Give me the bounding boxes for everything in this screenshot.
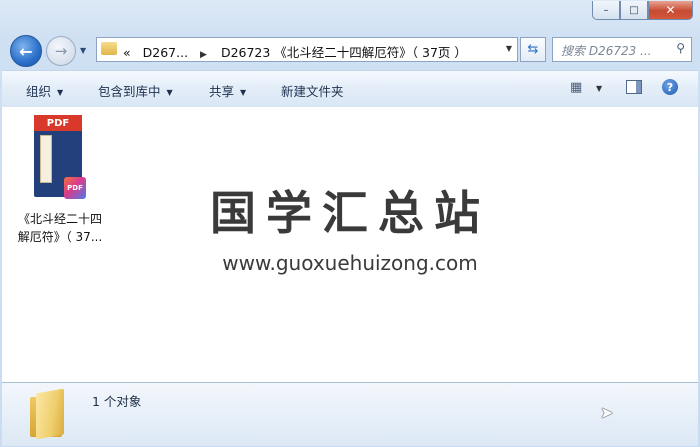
- object-count: 1 个对象: [92, 394, 142, 409]
- share-label: 共享: [209, 84, 235, 99]
- book-title-label: [40, 135, 52, 183]
- new-folder-button[interactable]: 新建文件夹: [281, 81, 344, 100]
- search-placeholder: 搜索 D26723 ...: [561, 44, 652, 58]
- explorer-window: – □ ✕ ← → ▼ « D267... ▶ D26723 《北斗经二十四解厄…: [0, 0, 700, 447]
- chevron-down-icon: ▼: [57, 88, 64, 97]
- chevron-down-icon: ▼: [240, 88, 247, 97]
- address-dropdown-icon[interactable]: ▼: [506, 44, 512, 53]
- change-view-icon[interactable]: ▦: [570, 80, 582, 95]
- preview-pane-icon[interactable]: [626, 80, 642, 94]
- include-in-library-label: 包含到库中: [98, 84, 161, 99]
- navigation-bar: ← → ▼ « D267... ▶ D26723 《北斗经二十四解厄符》（ 37…: [0, 33, 700, 67]
- details-pane: 1 个对象 ➤: [2, 382, 698, 446]
- watermark: 国学汇总站 www.guoxuehuizong.com: [2, 177, 698, 275]
- title-bar[interactable]: – □ ✕: [0, 0, 700, 30]
- maximize-button[interactable]: □: [620, 1, 648, 20]
- breadcrumb: « D267... ▶ D26723 《北斗经二十四解厄符》（ 37页 ）: [123, 42, 475, 61]
- back-button[interactable]: ←: [10, 35, 42, 67]
- address-bar[interactable]: « D267... ▶ D26723 《北斗经二十四解厄符》（ 37页 ） ▼: [96, 37, 518, 62]
- breadcrumb-item-parent[interactable]: D267...: [143, 45, 188, 60]
- refresh-icon: ⇆: [527, 42, 539, 57]
- close-button[interactable]: ✕: [648, 1, 693, 20]
- mouse-cursor-icon: ➤: [600, 403, 614, 422]
- new-folder-label: 新建文件夹: [281, 84, 344, 99]
- minimize-button[interactable]: –: [592, 1, 620, 20]
- pdf-band: PDF: [34, 115, 82, 131]
- help-icon[interactable]: ?: [662, 79, 678, 95]
- caption-buttons: – □ ✕: [592, 1, 693, 20]
- breadcrumb-item-current[interactable]: D26723 《北斗经二十四解厄符》（ 37页 ）: [221, 45, 467, 60]
- include-in-library-button[interactable]: 包含到库中 ▼: [98, 81, 173, 100]
- watermark-title: 国学汇总站: [210, 186, 490, 240]
- breadcrumb-separator-icon[interactable]: ▶: [200, 50, 207, 60]
- file-list-pane[interactable]: PDF PDF 《北斗经二十四 解厄符》（ 37... 国学汇总站 www.gu…: [2, 107, 698, 382]
- forward-arrow-icon: →: [54, 42, 68, 60]
- folder-icon: [101, 42, 117, 55]
- folder-icon: [30, 388, 64, 440]
- refresh-button[interactable]: ⇆: [520, 37, 546, 62]
- forward-button[interactable]: →: [46, 36, 76, 66]
- chevron-down-icon: ▼: [166, 88, 173, 97]
- search-box[interactable]: 搜索 D26723 ... ⚲: [552, 37, 692, 62]
- view-options-dropdown-icon[interactable]: ▼: [596, 84, 602, 93]
- command-bar: 组织 ▼ 包含到库中 ▼ 共享 ▼ 新建文件夹 ▦ ▼ ?: [2, 70, 698, 108]
- share-button[interactable]: 共享 ▼: [209, 81, 246, 100]
- organize-label: 组织: [26, 84, 52, 99]
- watermark-url: www.guoxuehuizong.com: [222, 251, 478, 275]
- search-icon[interactable]: ⚲: [676, 41, 685, 55]
- back-arrow-icon: ←: [19, 41, 33, 61]
- organize-button[interactable]: 组织 ▼: [26, 81, 63, 100]
- recent-pages-dropdown[interactable]: ▼: [80, 46, 86, 55]
- breadcrumb-overflow[interactable]: «: [123, 45, 131, 60]
